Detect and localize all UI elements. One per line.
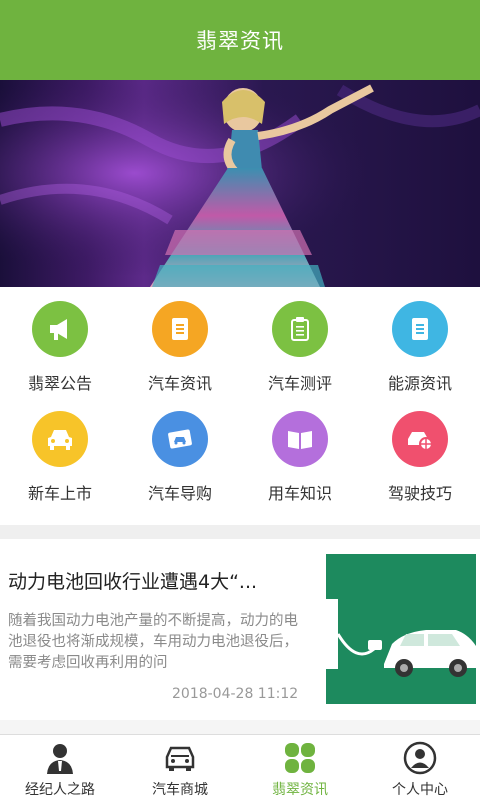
document-icon <box>152 301 208 357</box>
agent-icon <box>43 741 77 775</box>
tab-feicui-news[interactable]: 翡翠资讯 <box>240 735 360 800</box>
news-title: 动力电池回收行业遭遇4大“... <box>8 571 258 593</box>
car-wheel-icon <box>392 411 448 467</box>
banner-image <box>0 80 480 287</box>
grid-item-notice[interactable]: 翡翠公告 <box>0 287 120 407</box>
tab-agent-path[interactable]: 经纪人之路 <box>0 735 120 800</box>
news-summary: 随着我国动力电池产量的不断提高，动力的电池退役也将渐成规模，车用动力电池退役后，… <box>8 613 298 671</box>
grid-item-energy-news[interactable]: 能源资讯 <box>360 287 480 407</box>
grid-item-label: 汽车测评 <box>267 374 332 393</box>
grid-item-car-knowledge[interactable]: 用车知识 <box>240 407 360 525</box>
grid-item-new-cars[interactable]: 新车上市 <box>0 407 120 525</box>
tab-label: 经纪人之路 <box>25 782 95 798</box>
megaphone-icon <box>32 301 88 357</box>
document-icon <box>392 301 448 357</box>
app-header: 翡翠资讯 <box>0 0 480 80</box>
grid-item-label: 驾驶技巧 <box>387 484 452 503</box>
car-photo-icon <box>152 411 208 467</box>
tab-label: 翡翠资讯 <box>272 782 328 798</box>
list-divider <box>0 720 480 734</box>
grid-item-label: 翡翠公告 <box>27 374 92 393</box>
tab-car-mall[interactable]: 汽车商城 <box>120 735 240 800</box>
news-date: 2018-04-28 11:12 <box>172 686 299 702</box>
grid-item-label: 汽车导购 <box>147 484 212 503</box>
grid-item-label: 用车知识 <box>267 484 332 503</box>
grid-item-label: 汽车资讯 <box>147 374 212 393</box>
category-grid: 翡翠公告 汽车资讯 汽车测评 能源资讯 新车上市 汽车导购 用车知识 驾驶技巧 <box>0 287 480 525</box>
banner-carousel[interactable] <box>0 80 480 287</box>
section-divider <box>0 525 480 539</box>
tab-profile[interactable]: 个人中心 <box>360 735 480 800</box>
clover-icon <box>283 741 317 775</box>
ev-charging-image <box>326 554 476 704</box>
grid-item-label: 新车上市 <box>27 484 92 503</box>
clipboard-icon <box>272 301 328 357</box>
grid-item-car-guide[interactable]: 汽车导购 <box>120 407 240 525</box>
car-icon <box>163 741 197 775</box>
grid-item-driving-tips[interactable]: 驾驶技巧 <box>360 407 480 525</box>
news-list-item[interactable]: 动力电池回收行业遭遇4大“... 随着我国动力电池产量的不断提高，动力的电池退役… <box>0 539 480 720</box>
tab-label: 汽车商城 <box>152 782 208 798</box>
grid-item-label: 能源资讯 <box>387 374 452 393</box>
tab-label: 个人中心 <box>392 782 448 798</box>
grid-item-car-review[interactable]: 汽车测评 <box>240 287 360 407</box>
user-icon <box>403 741 437 775</box>
grid-item-car-news[interactable]: 汽车资讯 <box>120 287 240 407</box>
page-title: 翡翠资讯 <box>196 29 284 53</box>
book-icon <box>272 411 328 467</box>
bottom-tab-bar: 经纪人之路 汽车商城 翡翠资讯 个人中心 <box>0 734 480 800</box>
car-icon <box>32 411 88 467</box>
